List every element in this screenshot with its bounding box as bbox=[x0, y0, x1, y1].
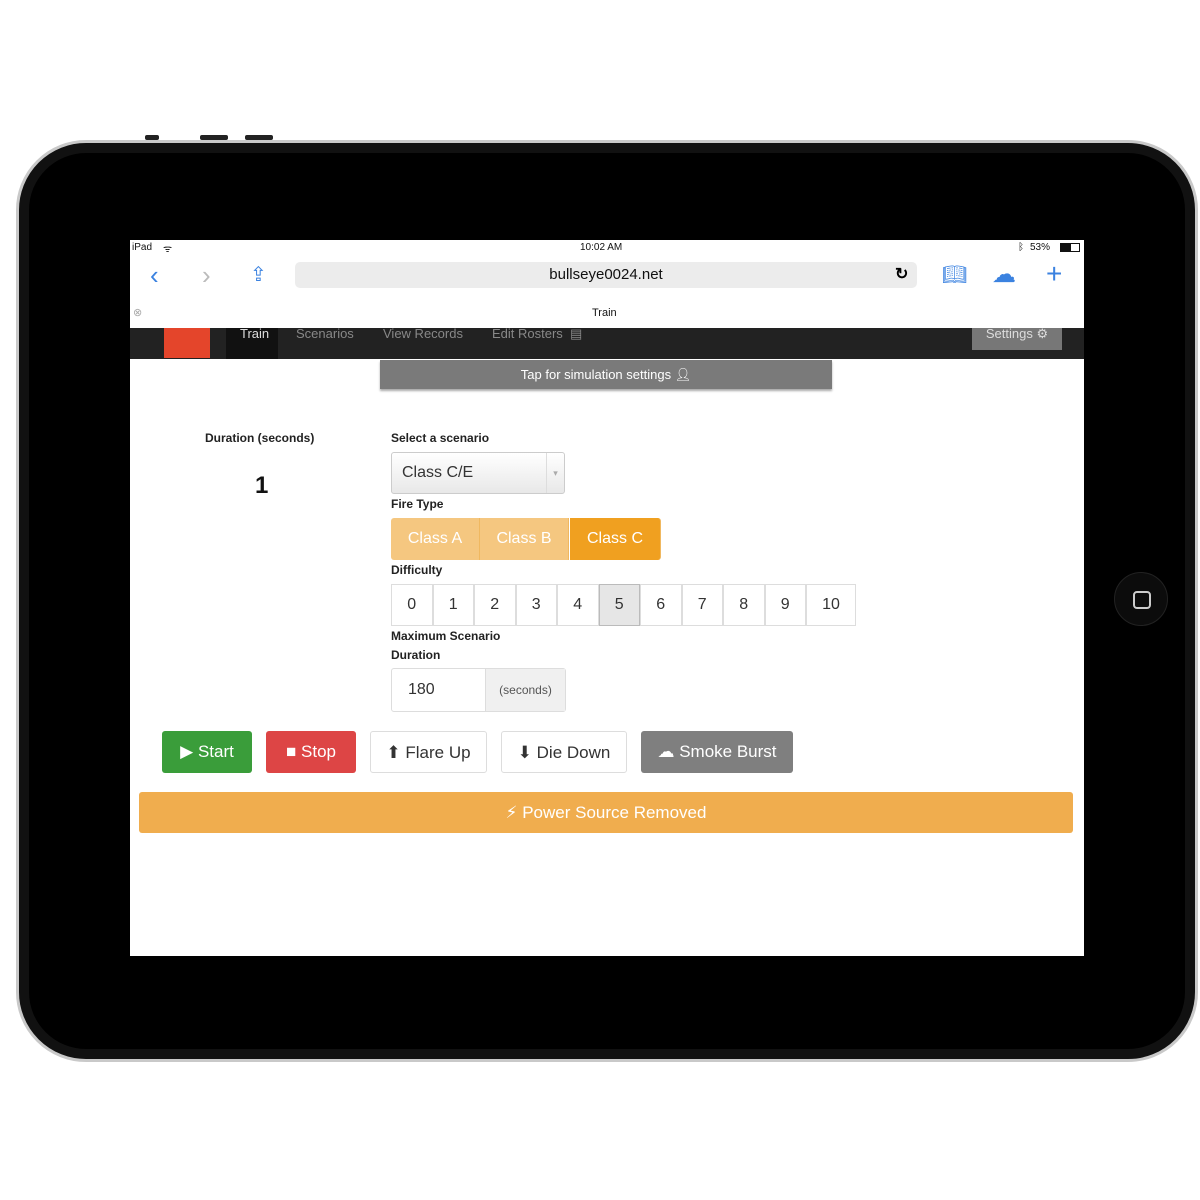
settings-label: Settings bbox=[985, 326, 1033, 341]
flare-up-button[interactable]: ⬆︎ Flare Up bbox=[370, 731, 487, 773]
calendar-icon: ▤ bbox=[570, 326, 583, 341]
die-down-label: Die Down bbox=[536, 743, 611, 762]
max-duration-label: Maximum Scenario bbox=[391, 629, 501, 643]
difficulty-1[interactable]: 1 bbox=[432, 584, 474, 626]
nav-view-records[interactable]: View Records bbox=[383, 327, 463, 359]
nav-edit-rosters[interactable]: Edit Rosters bbox=[492, 327, 563, 359]
nav-scenarios[interactable]: Scenarios bbox=[296, 327, 354, 359]
duration-label: Duration (seconds) bbox=[205, 431, 315, 445]
difficulty-label: Difficulty bbox=[391, 563, 443, 577]
difficulty-2[interactable]: 2 bbox=[474, 584, 516, 626]
difficulty-9[interactable]: 9 bbox=[764, 584, 806, 626]
wifi-icon: ᯤ bbox=[163, 244, 173, 255]
power-source-alert[interactable]: ⚡︎ Power Source Removed bbox=[139, 792, 1073, 833]
smoke-burst-label: Smoke Burst bbox=[679, 742, 777, 761]
bluetooth-icon: ᛒ bbox=[1018, 242, 1024, 253]
difficulty-4[interactable]: 4 bbox=[557, 584, 599, 626]
difficulty-0[interactable]: 0 bbox=[391, 584, 433, 626]
difficulty-5[interactable]: 5 bbox=[598, 584, 640, 626]
difficulty-3[interactable]: 3 bbox=[515, 584, 557, 626]
duration-value: 1 bbox=[255, 472, 269, 499]
difficulty-10[interactable]: 10 bbox=[806, 584, 856, 626]
die-down-button[interactable]: ⬇︎ Die Down bbox=[501, 731, 627, 773]
bookmarks-icon[interactable]: 📖︎ bbox=[942, 262, 967, 287]
scenario-value: Class C/E bbox=[402, 464, 474, 481]
back-icon[interactable]: ‹ bbox=[150, 260, 159, 291]
new-tab-icon[interactable]: + bbox=[1046, 258, 1062, 290]
share-icon[interactable]: ⇪ bbox=[250, 262, 267, 287]
cloud-icon: ☁︎ bbox=[657, 742, 675, 761]
reload-icon[interactable]: ↻ bbox=[895, 264, 908, 284]
nav-bar: Train Scenarios View Records Edit Roster… bbox=[130, 326, 1084, 359]
stop-label: Stop bbox=[301, 742, 336, 761]
arrow-up-circle-icon: ⬆︎ bbox=[386, 743, 401, 762]
forward-icon[interactable]: › bbox=[202, 260, 211, 291]
cloud-tabs-icon[interactable]: ☁︎ bbox=[992, 260, 1016, 289]
battery-icon bbox=[1060, 243, 1080, 252]
chevron-down-icon: ▾ bbox=[546, 453, 564, 493]
fire-type-label: Fire Type bbox=[391, 497, 444, 511]
nav-train[interactable]: Train bbox=[226, 327, 278, 359]
arrow-down-circle-icon: ⬇︎ bbox=[517, 743, 532, 762]
fire-class-a[interactable]: Class A bbox=[391, 518, 480, 560]
stop-icon: ■ bbox=[286, 742, 297, 761]
logo[interactable] bbox=[164, 328, 210, 358]
play-icon: ▶ bbox=[180, 742, 194, 761]
difficulty-8[interactable]: 8 bbox=[723, 584, 765, 626]
device-name: iPad bbox=[132, 242, 153, 253]
close-tab-icon[interactable]: ⊗ bbox=[133, 306, 142, 319]
seconds-addon: (seconds) bbox=[485, 669, 565, 711]
clock: 10:02 AM bbox=[580, 242, 623, 253]
stop-button[interactable]: ■ Stop bbox=[266, 731, 356, 773]
sim-settings-button[interactable]: Tap for simulation settings 👤︎ bbox=[380, 360, 832, 389]
smoke-burst-button[interactable]: ☁︎ Smoke Burst bbox=[641, 731, 793, 773]
max-duration-field[interactable]: 180 (seconds) bbox=[391, 668, 566, 712]
scenario-label: Select a scenario bbox=[391, 431, 490, 445]
url-text: bullseye0024.net bbox=[549, 266, 663, 283]
battery-percent: 53% bbox=[1030, 242, 1051, 253]
settings-button[interactable]: Settings ⚙ bbox=[972, 326, 1062, 350]
home-button[interactable] bbox=[1114, 572, 1168, 626]
bolt-icon: ⚡︎ bbox=[505, 803, 518, 822]
screen: iPad ᯤ 10:02 AM ᛒ 53% ‹ › ⇪ bullseye0024… bbox=[130, 240, 1084, 956]
scenario-select[interactable]: Class C/E ▾ bbox=[391, 452, 565, 494]
address-bar[interactable]: bullseye0024.net bbox=[295, 262, 917, 288]
user-icon: 👤︎ bbox=[674, 367, 692, 382]
max-duration-label-2: Duration bbox=[391, 648, 441, 662]
home-icon bbox=[1133, 591, 1151, 609]
flare-up-label: Flare Up bbox=[405, 743, 471, 762]
tab-title: Train bbox=[592, 307, 617, 319]
start-button[interactable]: ▶ Start bbox=[162, 731, 252, 773]
power-label: Power Source Removed bbox=[522, 803, 707, 822]
difficulty-6[interactable]: 6 bbox=[640, 584, 682, 626]
start-label: Start bbox=[197, 742, 234, 761]
difficulty-7[interactable]: 7 bbox=[681, 584, 723, 626]
max-duration-value: 180 bbox=[408, 681, 435, 698]
status-bar: iPad ᯤ 10:02 AM ᛒ 53% bbox=[130, 240, 1084, 256]
sim-settings-label: Tap for simulation settings bbox=[520, 367, 672, 382]
fire-class-c[interactable]: Class C bbox=[570, 518, 661, 560]
fire-class-b[interactable]: Class B bbox=[480, 518, 569, 560]
